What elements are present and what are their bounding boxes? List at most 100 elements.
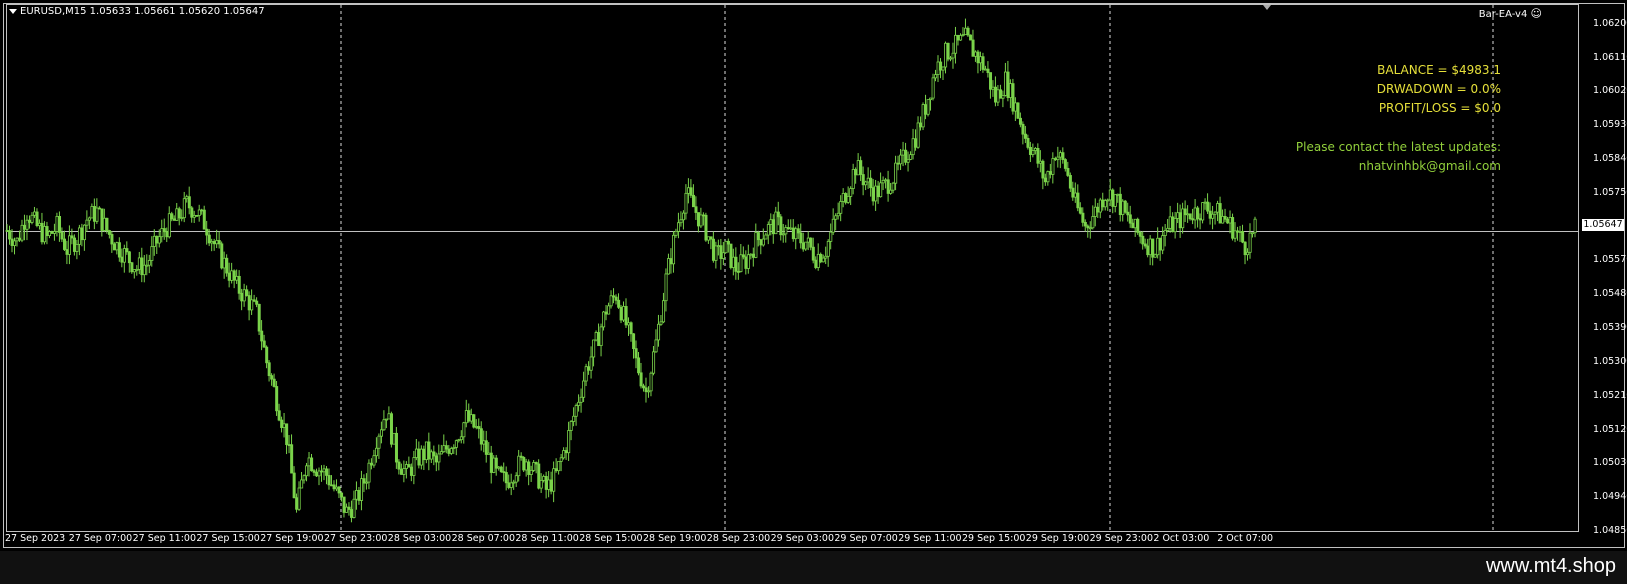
- candle-body: [28, 219, 32, 223]
- candle-body: [639, 372, 643, 387]
- candle-body: [1013, 102, 1017, 112]
- candle-body: [272, 378, 276, 387]
- candle-body: [886, 179, 890, 194]
- candle-body: [185, 196, 189, 200]
- candle-body: [125, 248, 129, 253]
- candle-body: [776, 211, 780, 218]
- candle-body: [557, 460, 561, 472]
- candle-body: [142, 264, 146, 276]
- candle-body: [275, 386, 279, 412]
- candle-body: [831, 218, 835, 233]
- candle-body: [869, 177, 873, 189]
- candle-body: [719, 245, 723, 259]
- candle-body: [592, 339, 596, 358]
- candle-body: [297, 487, 301, 510]
- candle-body: [724, 240, 728, 254]
- candle-body: [549, 479, 553, 492]
- candle-body: [87, 217, 91, 221]
- candle-body: [901, 149, 905, 156]
- candle-body: [1173, 218, 1177, 233]
- candle-body: [1021, 123, 1025, 135]
- candle-body: [931, 77, 935, 99]
- candle-body: [859, 160, 863, 175]
- candle-body: [1246, 251, 1250, 256]
- time-tick-label: 28 Sep 11:00: [515, 533, 579, 544]
- candle-body: [994, 86, 998, 103]
- candle-body: [33, 211, 37, 216]
- candle-body: [347, 506, 351, 510]
- candle-body: [277, 410, 281, 421]
- candle-body: [489, 452, 493, 473]
- candle-body: [240, 292, 244, 302]
- candle-body: [716, 245, 720, 248]
- candle-body: [437, 453, 441, 463]
- candle-body: [577, 401, 581, 406]
- candle-body: [604, 311, 608, 315]
- candle-body: [804, 241, 808, 250]
- candle-body: [784, 227, 788, 235]
- candle-body: [669, 258, 673, 265]
- candle-body: [155, 235, 159, 244]
- candle-body: [1076, 192, 1080, 209]
- candle-body: [464, 410, 468, 424]
- candle-body: [1128, 214, 1132, 224]
- dropdown-triangle-icon[interactable]: [9, 8, 17, 14]
- candle-body: [105, 217, 109, 231]
- candle-body: [190, 207, 194, 218]
- price-tick-label: 1.06110: [1593, 51, 1627, 63]
- candle-body: [439, 451, 443, 455]
- candle-body: [959, 35, 963, 41]
- candle-body: [55, 216, 59, 232]
- expert-advisor-label[interactable]: Bar-EA-v4 ☺: [1479, 7, 1542, 20]
- candle-body: [217, 240, 221, 245]
- candle-body: [664, 273, 668, 302]
- candle-body: [682, 212, 686, 221]
- candle-body: [642, 385, 646, 389]
- candle-body: [809, 237, 813, 248]
- candle-body: [1071, 187, 1075, 198]
- candle-body: [280, 419, 284, 428]
- candle-body: [704, 214, 708, 241]
- price-tick-label: 1.05930: [1593, 119, 1627, 131]
- candle-body: [736, 270, 740, 273]
- candle-body: [657, 323, 661, 341]
- candle-body: [527, 461, 531, 475]
- candle-body: [1133, 218, 1137, 229]
- candle-body: [1248, 232, 1252, 253]
- candle-body: [602, 311, 606, 328]
- candle-body: [8, 230, 12, 240]
- time-tick-label: 29 Sep 03:00: [770, 533, 835, 544]
- candle-body: [402, 468, 406, 475]
- candle-body: [409, 466, 413, 476]
- candle-body: [1253, 218, 1257, 234]
- candle-body: [739, 254, 743, 272]
- time-tick-label: 27 Sep 23:00: [324, 533, 388, 544]
- price-tick-label: 1.05480: [1593, 288, 1627, 300]
- candle-body: [1063, 159, 1067, 169]
- candle-body: [1208, 210, 1212, 219]
- candle-body: [552, 468, 556, 492]
- candle-body: [1011, 83, 1015, 112]
- candle-body: [846, 195, 850, 203]
- candle-body: [632, 333, 636, 350]
- candle-body: [182, 198, 186, 219]
- candle-body: [1046, 171, 1050, 183]
- candle-body: [20, 224, 24, 241]
- candle-body: [894, 162, 898, 184]
- candle-body: [622, 306, 626, 321]
- candle-body: [152, 235, 156, 247]
- candle-body: [1203, 201, 1207, 204]
- candle-body: [684, 192, 688, 214]
- candle-body: [257, 303, 261, 332]
- candle-body: [699, 214, 703, 227]
- candle-body: [1088, 227, 1092, 230]
- candle-body: [367, 462, 371, 483]
- candle-body: [761, 238, 765, 246]
- candle-body: [939, 61, 943, 71]
- contact-email: nhatvinhbk@gmail.com: [1358, 159, 1501, 173]
- time-tick-label: 28 Sep 23:00: [706, 533, 771, 544]
- candle-body: [1113, 194, 1117, 207]
- candle-body: [262, 340, 266, 348]
- candle-body: [672, 234, 676, 265]
- candle-body: [372, 455, 376, 466]
